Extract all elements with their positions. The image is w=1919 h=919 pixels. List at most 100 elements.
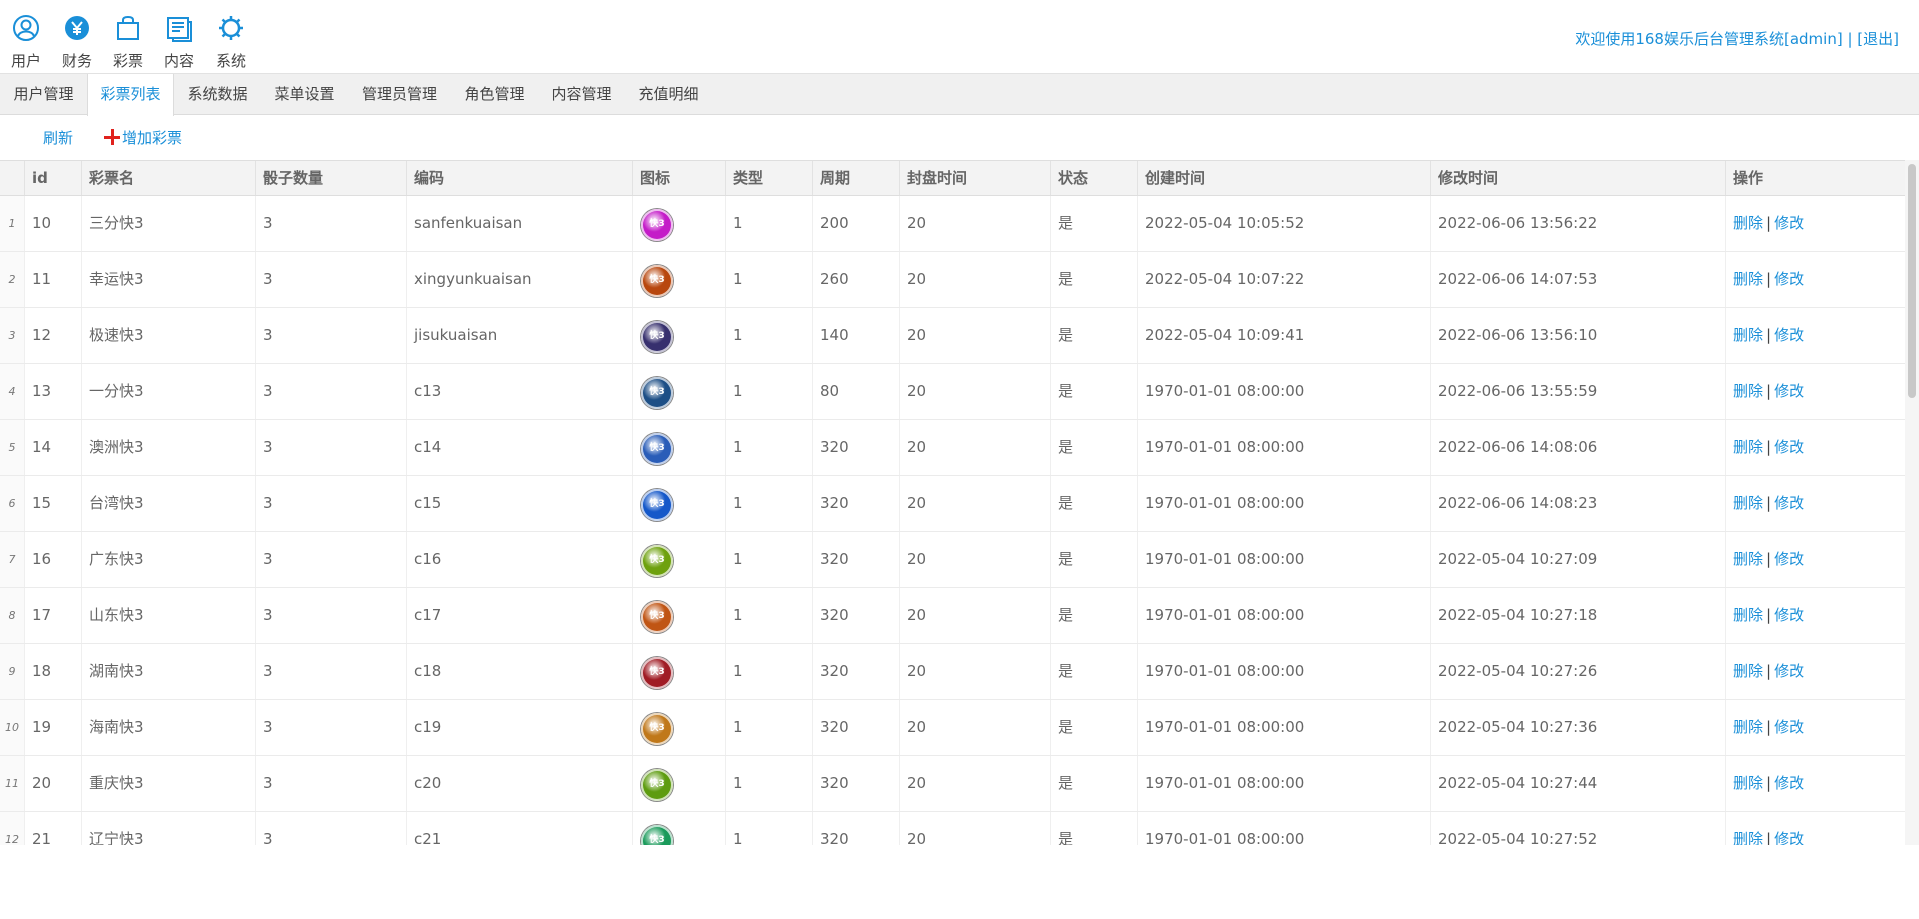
cell-status: 是 (1051, 644, 1138, 699)
header-status[interactable]: 状态 (1051, 161, 1138, 195)
header-icon[interactable]: 图标 (633, 161, 726, 195)
delete-link[interactable]: 删除 (1733, 550, 1763, 568)
cell-close-time: 20 (900, 252, 1051, 307)
cell-name: 极速快3 (82, 308, 256, 363)
header-id[interactable]: id (25, 161, 82, 195)
edit-link[interactable]: 修改 (1774, 718, 1804, 736)
edit-link[interactable]: 修改 (1774, 270, 1804, 288)
cell-modified: 2022-05-04 10:27:52 (1431, 812, 1726, 845)
cell-status: 是 (1051, 196, 1138, 251)
delete-link[interactable]: 删除 (1733, 606, 1763, 624)
action-separator: | (1766, 326, 1772, 344)
table-row: 7 16 广东快3 3 c16 快3 1 320 20 是 1970-01-01 08:00:00 2… (0, 532, 1905, 588)
cell-dice: 3 (256, 700, 407, 755)
cell-created: 1970-01-01 08:00:00 (1138, 756, 1431, 811)
cell-name: 重庆快3 (82, 756, 256, 811)
header-dice[interactable]: 骰子数量 (256, 161, 407, 195)
cell-modified: 2022-06-06 13:56:10 (1431, 308, 1726, 363)
tab-role-management[interactable]: 角色管理 (451, 74, 538, 115)
action-separator: | (1766, 438, 1772, 456)
tab-menu-settings[interactable]: 菜单设置 (261, 74, 348, 115)
cell-created: 1970-01-01 08:00:00 (1138, 588, 1431, 643)
cell-type: 1 (726, 196, 813, 251)
cell-modified: 2022-05-04 10:27:26 (1431, 644, 1726, 699)
cell-icon: 快3 (633, 812, 726, 845)
delete-link[interactable]: 删除 (1733, 382, 1763, 400)
header-type[interactable]: 类型 (726, 161, 813, 195)
cell-status: 是 (1051, 756, 1138, 811)
edit-link[interactable]: 修改 (1774, 326, 1804, 344)
delete-link[interactable]: 删除 (1733, 270, 1763, 288)
tab-recharge-details[interactable]: 充值明细 (625, 74, 712, 115)
cell-close-time: 20 (900, 756, 1051, 811)
tab-system-data[interactable]: 系统数据 (174, 74, 261, 115)
cell-dice: 3 (256, 812, 407, 845)
module-lottery[interactable]: 彩票 (102, 10, 154, 70)
lottery-logo-icon: 快3 (641, 433, 673, 465)
delete-link[interactable]: 删除 (1733, 718, 1763, 736)
scrollbar-thumb[interactable] (1908, 164, 1916, 398)
cell-actions: 删除 | 修改 (1726, 364, 1905, 419)
cell-code: c16 (407, 532, 633, 587)
edit-link[interactable]: 修改 (1774, 662, 1804, 680)
delete-link[interactable]: 删除 (1733, 494, 1763, 512)
table-row: 1 10 三分快3 3 sanfenkuaisan 快3 1 200 20 是 2022-05-04… (0, 196, 1905, 252)
logout-link[interactable]: [退出] (1857, 30, 1899, 48)
row-number: 6 (0, 476, 25, 531)
header-created[interactable]: 创建时间 (1138, 161, 1431, 195)
tab-admin-management[interactable]: 管理员管理 (348, 74, 451, 115)
refresh-button[interactable]: 刷新 (43, 126, 73, 150)
tab-user-management[interactable]: 用户管理 (0, 74, 87, 115)
add-lottery-button[interactable]: 增加彩票 (104, 126, 182, 150)
cell-icon: 快3 (633, 476, 726, 531)
cell-type: 1 (726, 644, 813, 699)
cell-id: 17 (25, 588, 82, 643)
welcome-text: 欢迎使用168娱乐后台管理系统[admin] | [退出] (1575, 28, 1899, 49)
header-modified[interactable]: 修改时间 (1431, 161, 1726, 195)
cell-actions: 删除 | 修改 (1726, 420, 1905, 475)
delete-link[interactable]: 删除 (1733, 214, 1763, 232)
cell-period: 320 (813, 700, 900, 755)
header-code[interactable]: 编码 (407, 161, 633, 195)
edit-link[interactable]: 修改 (1774, 382, 1804, 400)
cell-dice: 3 (256, 476, 407, 531)
module-finance[interactable]: 财务 (51, 10, 103, 70)
table-row: 2 11 幸运快3 3 xingyunkuaisan 快3 1 260 20 是 2022-05-0… (0, 252, 1905, 308)
cell-dice: 3 (256, 308, 407, 363)
toolbar: 刷新 增加彩票 (0, 116, 1919, 160)
row-number: 10 (0, 700, 25, 755)
row-number: 4 (0, 364, 25, 419)
delete-link[interactable]: 删除 (1733, 326, 1763, 344)
cell-icon: 快3 (633, 756, 726, 811)
edit-link[interactable]: 修改 (1774, 438, 1804, 456)
cell-id: 15 (25, 476, 82, 531)
edit-link[interactable]: 修改 (1774, 830, 1804, 845)
header-name[interactable]: 彩票名 (82, 161, 256, 195)
cell-name: 广东快3 (82, 532, 256, 587)
delete-link[interactable]: 删除 (1733, 830, 1763, 845)
module-user[interactable]: 用户 (0, 10, 52, 70)
cell-code: sanfenkuaisan (407, 196, 633, 251)
vertical-scrollbar[interactable] (1905, 160, 1919, 845)
cell-name: 海南快3 (82, 700, 256, 755)
tab-content-management[interactable]: 内容管理 (538, 74, 625, 115)
module-content[interactable]: 内容 (153, 10, 205, 70)
cell-id: 16 (25, 532, 82, 587)
edit-link[interactable]: 修改 (1774, 550, 1804, 568)
cell-id: 18 (25, 644, 82, 699)
delete-link[interactable]: 删除 (1733, 774, 1763, 792)
module-system[interactable]: 系统 (205, 10, 257, 70)
edit-link[interactable]: 修改 (1774, 494, 1804, 512)
cell-actions: 删除 | 修改 (1726, 252, 1905, 307)
edit-link[interactable]: 修改 (1774, 606, 1804, 624)
cell-code: c17 (407, 588, 633, 643)
edit-link[interactable]: 修改 (1774, 214, 1804, 232)
cell-id: 10 (25, 196, 82, 251)
delete-link[interactable]: 删除 (1733, 662, 1763, 680)
edit-link[interactable]: 修改 (1774, 774, 1804, 792)
header-close-time[interactable]: 封盘时间 (900, 161, 1051, 195)
header-period[interactable]: 周期 (813, 161, 900, 195)
tab-lottery-list[interactable]: 彩票列表 (87, 74, 174, 116)
delete-link[interactable]: 删除 (1733, 438, 1763, 456)
cell-close-time: 20 (900, 364, 1051, 419)
